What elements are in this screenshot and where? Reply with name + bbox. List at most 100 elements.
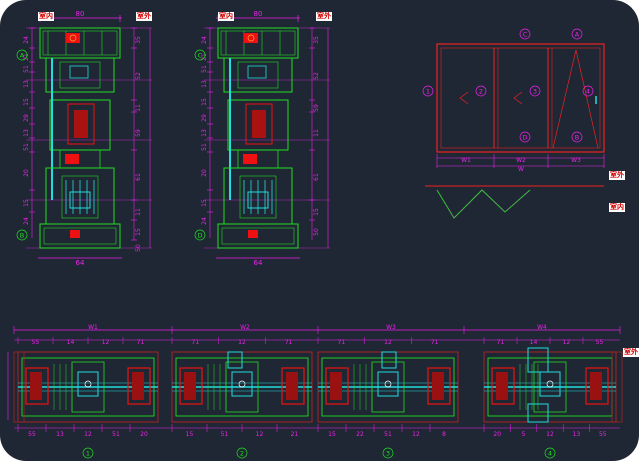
section-mid-right-dim-2: 59 xyxy=(313,104,320,112)
cad-drawing-canvas: 80 24 21 51 13 15 29 13 51 20 15 24 35 52 11 59 61 11 15 50… xyxy=(0,0,639,461)
plan-4-bottom-dim-0: 20 xyxy=(493,431,501,438)
opening-mark-mid xyxy=(513,91,523,105)
elevation-width-w1: W1 xyxy=(461,157,471,164)
plan-4-top-dim-0: 71 xyxy=(497,339,505,346)
plan-3-top-dim-1: 12 xyxy=(384,339,392,346)
tag-indoor-elevation: 室内 xyxy=(609,203,625,212)
tag-outdoor-mid-section: 室外 xyxy=(316,12,332,21)
elevation-marker-panel-2-label: 2 xyxy=(479,88,483,96)
section-mid-left-dim-2: 51 xyxy=(201,65,208,73)
plan-2-bottom-dim-2: 12 xyxy=(256,431,264,438)
section-left-right-dim-4: 61 xyxy=(135,173,142,181)
plan-3-bottom-dim-4: 8 xyxy=(442,431,446,438)
section-left-left-dim-7: 51 xyxy=(23,143,30,151)
plan-width-2: W2 xyxy=(240,324,250,331)
section-mid-right-dim-5: 15 xyxy=(313,208,320,216)
plan-4-bottom-dim-2: 12 xyxy=(546,431,554,438)
plan-2-label-label: 2 xyxy=(240,450,244,458)
plan-3-hardware xyxy=(377,371,399,397)
plan-4-bottom-dim-1: 5 xyxy=(522,431,526,438)
plan-width-1: W1 xyxy=(88,324,98,331)
section-left-width-dim: 80 xyxy=(76,10,85,18)
section-mid-right-dim-0: 35 xyxy=(313,36,320,44)
elevation-width-total: W xyxy=(518,166,524,173)
plan-2-bottom-dim-0: 15 xyxy=(186,431,194,438)
plan-2-bottom-dim-1: 51 xyxy=(221,431,229,438)
plan-width-3: W3 xyxy=(386,324,396,331)
plan-4-top-dim-3: 55 xyxy=(596,339,604,346)
section-left-left-dim-3: 13 xyxy=(23,80,30,88)
section-mid-left-dim-0: 24 xyxy=(201,36,208,44)
section-mid-steel-reinforcement xyxy=(244,33,258,43)
elevation-marker-top-c-label: C xyxy=(523,31,528,39)
section-mid-left-dim-6: 13 xyxy=(201,129,208,137)
plan-1-bottom-dim-0: 55 xyxy=(28,431,36,438)
plan-2-hardware xyxy=(231,371,253,397)
section-mid-sill-gasket xyxy=(248,230,258,238)
section-mid-left-dim-10: 24 xyxy=(201,217,208,225)
elevation-marker-panel-4-label: 4 xyxy=(586,88,590,96)
section-left-gasket-block xyxy=(65,154,79,164)
section-mid-grid-top-label: C xyxy=(198,52,203,60)
elevation-marker-bottom-d-label: D xyxy=(522,134,527,142)
plan-1-steel-right xyxy=(132,372,144,400)
plan-2-top-bracket xyxy=(227,351,243,369)
tag-outdoor-left-section: 室外 xyxy=(136,12,152,21)
plan-4-label-label: 4 xyxy=(548,450,552,458)
section-left-grid-bottom-label: B xyxy=(20,232,24,240)
plan-3-bottom-dim-0: 15 xyxy=(328,431,336,438)
plan-4-top-dim-2: 12 xyxy=(563,339,571,346)
plan-4-steel-right xyxy=(590,372,602,400)
section-left-right-dim-5: 11 xyxy=(135,208,142,216)
section-left-left-dim-0: 24 xyxy=(23,36,30,44)
elevation-marker-top-a-label: A xyxy=(575,31,580,39)
section-mid-left-dim-3: 13 xyxy=(201,80,208,88)
section-left-right-dim-3: 59 xyxy=(135,129,142,137)
section-mid-left-dim-4: 15 xyxy=(201,98,208,106)
section-mid-sash-top xyxy=(223,57,293,93)
elevation-marker-panel-3-label: 3 xyxy=(533,88,537,96)
plan-4-top-dim-1: 14 xyxy=(530,339,538,346)
plan-1-bottom-dim-3: 51 xyxy=(112,431,120,438)
section-left-left-dim-10: 24 xyxy=(23,217,30,225)
section-left-right-dim-6: 15 xyxy=(135,228,142,236)
section-mid-right-dim-4: 61 xyxy=(313,173,320,181)
section-mid-right-dim-3: 11 xyxy=(313,129,320,137)
section-left-left-dim-6: 13 xyxy=(23,129,30,137)
section-mid-gasket-block xyxy=(243,154,257,164)
section-left-bottom-dim: 64 xyxy=(76,259,85,267)
plan-3-bottom-dim-2: 51 xyxy=(384,431,392,438)
tag-indoor-mid-section: 室内 xyxy=(218,12,234,21)
plan-2-top-dim-0: 71 xyxy=(192,339,200,346)
plan-1-bottom-dim-4: 20 xyxy=(140,431,148,438)
elevation-width-w3: W3 xyxy=(571,157,581,164)
section-mid-width-dim: 80 xyxy=(254,10,263,18)
section-mid-grid-bottom-label: D xyxy=(197,232,202,240)
section-left-left-dim-5: 29 xyxy=(23,114,30,122)
plan-1-top-dim-0: 55 xyxy=(32,339,40,346)
section-left-left-dim-2: 51 xyxy=(23,65,30,73)
elevation-width-w2: W2 xyxy=(516,157,526,164)
section-left-steel-core xyxy=(74,110,88,138)
plan-3-top-dim-0: 71 xyxy=(338,339,346,346)
tag-indoor-left-section: 室内 xyxy=(38,12,54,21)
plan-3-steel-right xyxy=(432,372,444,400)
section-mid-right-dim-1: 52 xyxy=(313,72,320,80)
plan-1-hardware xyxy=(77,371,99,397)
section-left-left-dim-4: 15 xyxy=(23,98,30,106)
plan-4-hardware xyxy=(539,371,561,397)
plan-1-hinge-icon xyxy=(84,380,92,388)
plan-3-steel-left xyxy=(330,372,342,400)
plan-2-hinge-icon xyxy=(238,380,246,388)
section-left-sill-gasket xyxy=(70,230,80,238)
section-mid-left-dim-7: 51 xyxy=(201,143,208,151)
plan-2-top-dim-2: 71 xyxy=(285,339,293,346)
plan-4-bottom-dim-4: 55 xyxy=(599,431,607,438)
section-left-right-dim-2: 11 xyxy=(135,104,142,112)
section-left-steel-reinforcement xyxy=(66,33,80,43)
section-left-grid-top-label: A xyxy=(20,52,25,60)
section-mid-hardware-box xyxy=(247,65,267,79)
tag-outdoor-elevation: 室外 xyxy=(609,171,625,180)
plan-4-steel-left xyxy=(496,372,508,400)
plan-3-label-label: 3 xyxy=(386,450,390,458)
